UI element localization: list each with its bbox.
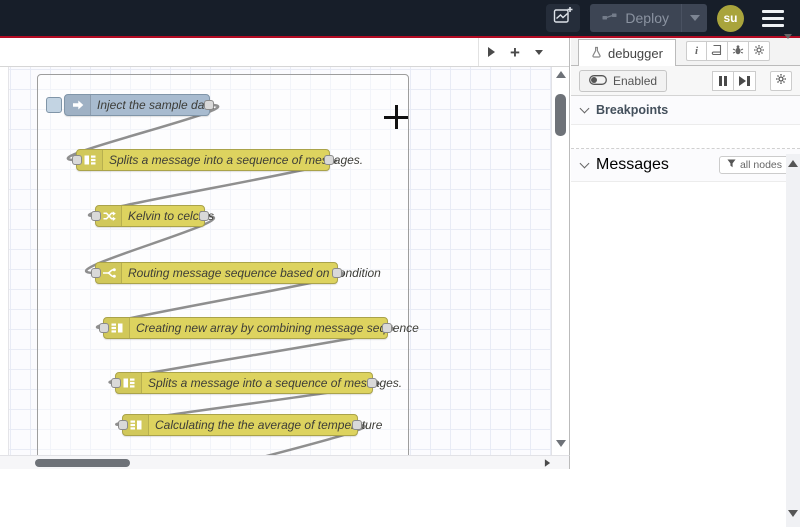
flow-tab-strip: +: [0, 38, 569, 67]
switch-node[interactable]: Routing message sequence based on condit…: [91, 262, 381, 284]
tab-scroll-right-button[interactable]: [479, 38, 503, 66]
debugger-settings-button[interactable]: [770, 70, 792, 91]
flow-canvas[interactable]: Inject the sample data Splits a message i…: [0, 67, 552, 455]
wire-layer: [66, 103, 395, 455]
node-label: Inject the sample data: [97, 98, 215, 112]
input-port[interactable]: [91, 211, 101, 221]
horizontal-scroll-thumb[interactable]: [35, 459, 130, 467]
right-sidebar: debugger i Enabled Breakpoints Messages …: [571, 34, 800, 527]
join-node[interactable]: Creating new array by combining message …: [99, 317, 419, 339]
message-filter-button[interactable]: all nodes: [718, 156, 790, 174]
enabled-label: Enabled: [613, 73, 658, 88]
input-port[interactable]: [118, 420, 128, 430]
input-port[interactable]: [72, 155, 82, 165]
step-forward-icon: [739, 75, 750, 86]
sidebar-tab-menu-button[interactable]: [784, 34, 792, 57]
split-node[interactable]: Splits a message into a sequence of mess…: [72, 149, 363, 171]
inject-arrow-icon: [65, 95, 91, 115]
sidebar-tab-bar: debugger i: [571, 34, 800, 66]
join-node[interactable]: Calculating the the average of temperatu…: [118, 414, 382, 436]
chevron-down-icon: [784, 34, 792, 56]
tab-debugger[interactable]: debugger: [578, 39, 676, 66]
user-avatar[interactable]: su: [717, 4, 744, 32]
messages-section-header[interactable]: Messages all nodes: [571, 149, 800, 182]
vertical-scroll-thumb[interactable]: [555, 94, 566, 136]
output-port[interactable]: [332, 268, 342, 278]
chevron-down-icon: [535, 49, 543, 55]
gear-icon: [753, 44, 765, 59]
deploy-icon: [602, 10, 617, 26]
deploy-options-button[interactable]: [681, 4, 707, 32]
step-button[interactable]: [734, 70, 756, 91]
hamburger-icon: [762, 9, 784, 13]
toggle-on-icon: [589, 74, 607, 88]
split-node[interactable]: Splits a message into a sequence of mess…: [111, 372, 402, 394]
breakpoints-label: Breakpoints: [596, 103, 669, 117]
input-port[interactable]: [91, 268, 101, 278]
input-port[interactable]: [111, 378, 121, 388]
chart-sparkle-icon: [552, 5, 574, 32]
output-port[interactable]: [382, 323, 392, 333]
tab-config-button[interactable]: [749, 41, 770, 61]
sidebar-scrollbar[interactable]: [786, 154, 800, 527]
output-port[interactable]: [199, 211, 209, 221]
output-port[interactable]: [324, 155, 334, 165]
funnel-icon: [727, 159, 736, 171]
chevron-down-icon: [579, 103, 590, 114]
header-bar: Deploy su: [0, 0, 800, 36]
plus-icon: +: [510, 42, 520, 62]
tab-debug-button[interactable]: [728, 41, 749, 61]
input-port[interactable]: [99, 323, 109, 333]
inject-trigger-button[interactable]: [46, 97, 62, 113]
tab-debugger-label: debugger: [608, 45, 663, 61]
flask-icon: [591, 46, 602, 61]
deploy-label: Deploy: [625, 10, 669, 26]
tab-help-button[interactable]: [707, 41, 728, 61]
output-port[interactable]: [204, 100, 214, 110]
pause-icon: [719, 75, 727, 86]
main-menu-button[interactable]: [758, 6, 788, 30]
scroll-down-icon[interactable]: [788, 510, 798, 517]
bug-icon: [732, 44, 744, 59]
node-label: Routing message sequence based on condit…: [128, 266, 381, 280]
debugger-enabled-toggle[interactable]: Enabled: [579, 69, 668, 92]
deploy-button[interactable]: Deploy: [590, 4, 707, 32]
debugger-panel: Breakpoints Messages all nodes: [571, 96, 800, 527]
book-icon: [711, 44, 723, 59]
messages-label: Messages: [596, 156, 669, 173]
change-node[interactable]: Kelvin to celcius: [91, 205, 214, 227]
arrow-right-icon: [487, 47, 495, 57]
scroll-up-icon[interactable]: [556, 71, 566, 78]
flow-list-button[interactable]: [527, 38, 551, 66]
flow-assistant-button[interactable]: [546, 4, 581, 32]
output-port[interactable]: [352, 420, 362, 430]
breakpoints-section-header[interactable]: Breakpoints: [571, 96, 800, 125]
filter-label: all nodes: [739, 159, 782, 171]
gear-icon: [775, 72, 787, 90]
inject-node[interactable]: Inject the sample data: [46, 94, 214, 116]
chevron-down-icon: [689, 15, 700, 21]
debugger-toolbar: Enabled: [571, 66, 800, 96]
flow-workspace: + Inject the sample data Splits a message…: [0, 38, 570, 469]
scroll-up-icon[interactable]: [788, 160, 798, 167]
node-label: Creating new array by combining message …: [136, 321, 419, 335]
canvas-horizontal-scrollbar[interactable]: [0, 455, 570, 469]
output-port[interactable]: [367, 378, 377, 388]
breakpoints-empty-list: [571, 125, 800, 149]
info-icon: i: [694, 45, 699, 57]
scroll-down-icon[interactable]: [556, 440, 566, 447]
pause-button[interactable]: [712, 70, 734, 91]
scroll-right-icon[interactable]: [544, 459, 551, 467]
add-flow-button[interactable]: +: [503, 38, 527, 66]
chevron-down-icon: [579, 158, 590, 169]
tab-info-button[interactable]: i: [686, 41, 707, 61]
canvas-vertical-scrollbar[interactable]: [551, 67, 569, 455]
